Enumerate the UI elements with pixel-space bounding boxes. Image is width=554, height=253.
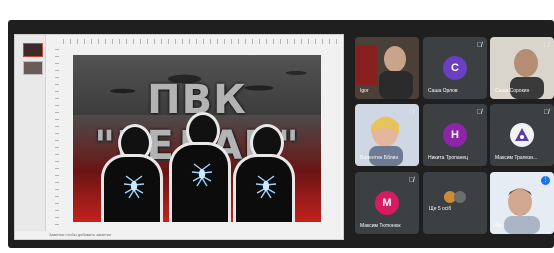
- spider-logo-icon: [255, 175, 277, 199]
- spider-logo-icon: [191, 163, 213, 187]
- participant-tile[interactable]: 🎙̸ Валентин Бблин: [355, 104, 419, 166]
- horizontal-ruler: [63, 39, 341, 44]
- person-figure-right: [233, 124, 295, 222]
- participant-tile[interactable]: Н 🎙̸ Никита Тропанец: [423, 104, 487, 166]
- spider-logo-icon: [123, 175, 145, 199]
- mic-off-icon: 🎙̸: [476, 109, 482, 116]
- triangle-logo-icon: [515, 128, 529, 141]
- more-participants-tile[interactable]: Ще 5 осіб: [423, 172, 487, 234]
- slide-thumbnail-2[interactable]: [23, 61, 43, 75]
- grouped-avatars-icon: [444, 191, 466, 203]
- participant-tile[interactable]: М 🎙̸ Максим Тютюнюк: [355, 172, 419, 234]
- participant-name: Максим Тютюнюк: [360, 223, 401, 229]
- participant-tile[interactable]: Igor: [355, 37, 419, 99]
- mic-off-icon: 🎙̸: [408, 109, 414, 116]
- participant-avatar: М: [375, 191, 399, 215]
- participant-name: Igor: [360, 88, 369, 94]
- person-figure-left: [101, 124, 163, 222]
- person-figure-center: [169, 112, 231, 222]
- participant-avatar: С: [443, 56, 467, 80]
- vertical-ruler: [55, 49, 59, 227]
- self-view-tile[interactable]: ⋮ Ви: [490, 172, 554, 234]
- mic-off-icon: 🎙̸: [408, 177, 414, 184]
- mic-off-icon: 🎙̸: [543, 42, 549, 49]
- slide-thumbnails-panel: [15, 35, 46, 231]
- participant-avatar: [510, 123, 534, 147]
- participant-name: Максим Трапезн...: [495, 155, 538, 161]
- participant-tile[interactable]: 🎙̸ Саша Сорокин: [490, 37, 554, 99]
- mic-off-icon: 🎙̸: [543, 109, 549, 116]
- participant-name: Валентин Бблин: [360, 155, 399, 161]
- participant-tile[interactable]: 🎙̸ Максим Трапезн...: [490, 104, 554, 166]
- participant-avatar: Н: [443, 123, 467, 147]
- audio-level-icon: ⋮: [541, 176, 550, 185]
- mic-off-icon: 🎙̸: [476, 42, 482, 49]
- participant-tile[interactable]: С 🎙̸ Саша Орлов: [423, 37, 487, 99]
- participant-name: Саша Сорокин: [495, 88, 530, 94]
- presentation-slide: ПВК "РЕДАН": [73, 55, 321, 222]
- participant-name: Ви: [495, 223, 502, 229]
- participant-name: Саша Орлов: [428, 88, 458, 94]
- participant-name: Никита Тропанец: [428, 155, 469, 161]
- slide-thumbnail-1[interactable]: [23, 43, 43, 57]
- more-participants-label: Ще 5 осіб: [429, 206, 452, 212]
- notes-placeholder[interactable]: Заметки чтобы добавить заметки: [49, 232, 111, 237]
